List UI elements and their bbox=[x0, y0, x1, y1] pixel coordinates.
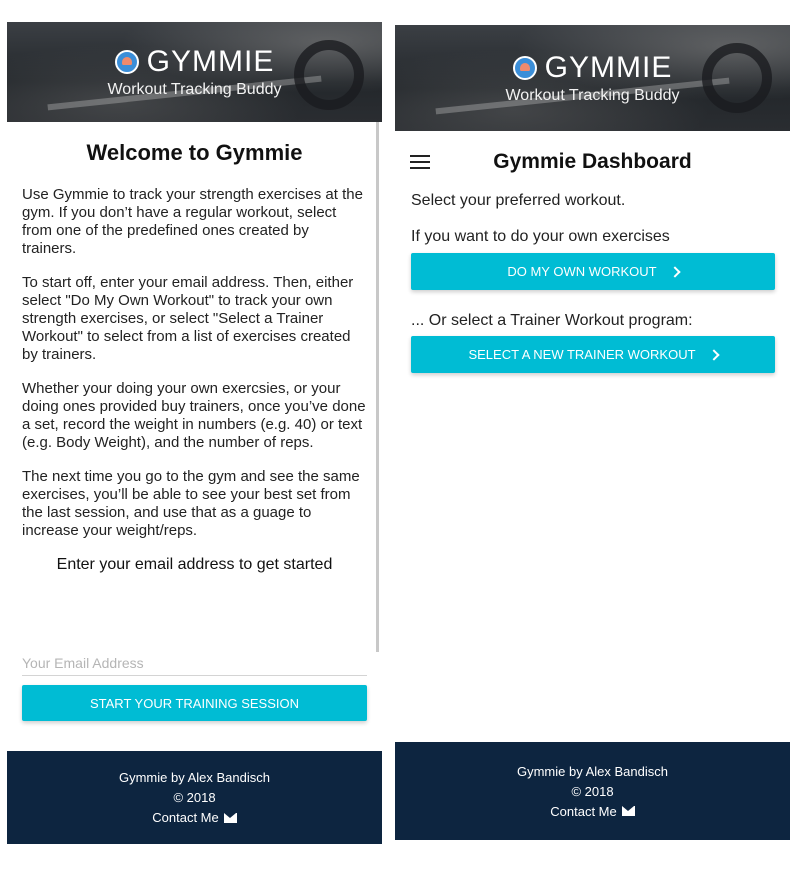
brand-subtitle: Workout Tracking Buddy bbox=[107, 81, 282, 98]
chevron-right-icon bbox=[668, 265, 681, 278]
welcome-heading: Welcome to Gymmie bbox=[86, 140, 303, 165]
email-prompt: Enter your email address to get started bbox=[56, 556, 333, 573]
envelope-icon bbox=[223, 812, 237, 823]
start-training-label: START YOUR TRAINING SESSION bbox=[89, 695, 299, 711]
trainer-workout-label: SELECT A NEW TRAINER WORKOUT bbox=[468, 347, 696, 362]
brand-title: GYMMIE bbox=[544, 51, 673, 84]
envelope-icon bbox=[621, 806, 635, 816]
hero-banner: GYMMIE Workout Tracking Buddy bbox=[7, 22, 382, 122]
dumbbell-logo-icon bbox=[512, 56, 537, 80]
contact-link[interactable]: Contact Me bbox=[152, 810, 237, 825]
footer: Gymmie by Alex Bandisch © 2018 Contact M… bbox=[7, 751, 382, 844]
email-input[interactable] bbox=[22, 650, 367, 676]
footer: Gymmie by Alex Bandisch © 2018 Contact M… bbox=[395, 742, 790, 840]
dashboard-screen: GYMMIE Workout Tracking Buddy Gymmie Das… bbox=[395, 25, 790, 840]
start-training-button[interactable]: START YOUR TRAINING SESSION bbox=[22, 685, 367, 721]
contact-label: Contact Me bbox=[550, 803, 617, 819]
contact-link[interactable]: Contact Me bbox=[550, 803, 635, 819]
contact-label: Contact Me bbox=[152, 810, 219, 825]
footer-copyright: © 2018 bbox=[571, 783, 614, 799]
weight-plate-graphic bbox=[702, 43, 772, 113]
menu-icon[interactable] bbox=[410, 155, 430, 169]
dumbbell-logo-icon bbox=[114, 50, 139, 74]
trainer-workout-text: ... Or select a Trainer Workout program: bbox=[411, 312, 693, 329]
intro-paragraph: Use Gymmie to track your strength exerci… bbox=[22, 186, 363, 257]
brand-subtitle: Workout Tracking Buddy bbox=[505, 87, 680, 104]
welcome-screen: GYMMIE Workout Tracking Buddy Welcome to… bbox=[7, 22, 382, 844]
progress-paragraph: The next time you go to the gym and see … bbox=[22, 468, 360, 539]
hero-banner: GYMMIE Workout Tracking Buddy bbox=[395, 25, 790, 131]
select-workout-text: Select your preferred workout. bbox=[411, 192, 626, 209]
brand-title: GYMMIE bbox=[146, 45, 275, 78]
do-my-own-workout-button[interactable]: DO MY OWN WORKOUT bbox=[411, 253, 775, 290]
own-workout-text: If you want to do your own exercises bbox=[411, 228, 670, 245]
brand: GYMMIE bbox=[114, 45, 275, 79]
dashboard-header: Gymmie Dashboard bbox=[410, 147, 775, 177]
brand: GYMMIE bbox=[512, 51, 673, 85]
scrollbar[interactable] bbox=[376, 122, 380, 842]
instructions-paragraph: To start off, enter your email address. … bbox=[22, 274, 354, 363]
weight-plate-graphic bbox=[294, 40, 364, 110]
scrollbar-thumb[interactable] bbox=[376, 122, 379, 652]
select-trainer-workout-button[interactable]: SELECT A NEW TRAINER WORKOUT bbox=[411, 336, 775, 373]
own-workout-label: DO MY OWN WORKOUT bbox=[507, 264, 657, 279]
chevron-right-icon bbox=[707, 348, 720, 361]
footer-copyright: © 2018 bbox=[173, 790, 216, 805]
footer-credit: Gymmie by Alex Bandisch bbox=[516, 763, 668, 779]
footer-credit: Gymmie by Alex Bandisch bbox=[118, 770, 270, 785]
welcome-content: Welcome to Gymmie Use Gymmie to track yo… bbox=[22, 140, 367, 574]
dashboard-title: Gymmie Dashboard bbox=[493, 150, 692, 173]
recording-paragraph: Whether your doing your own exercsies, o… bbox=[22, 380, 366, 451]
